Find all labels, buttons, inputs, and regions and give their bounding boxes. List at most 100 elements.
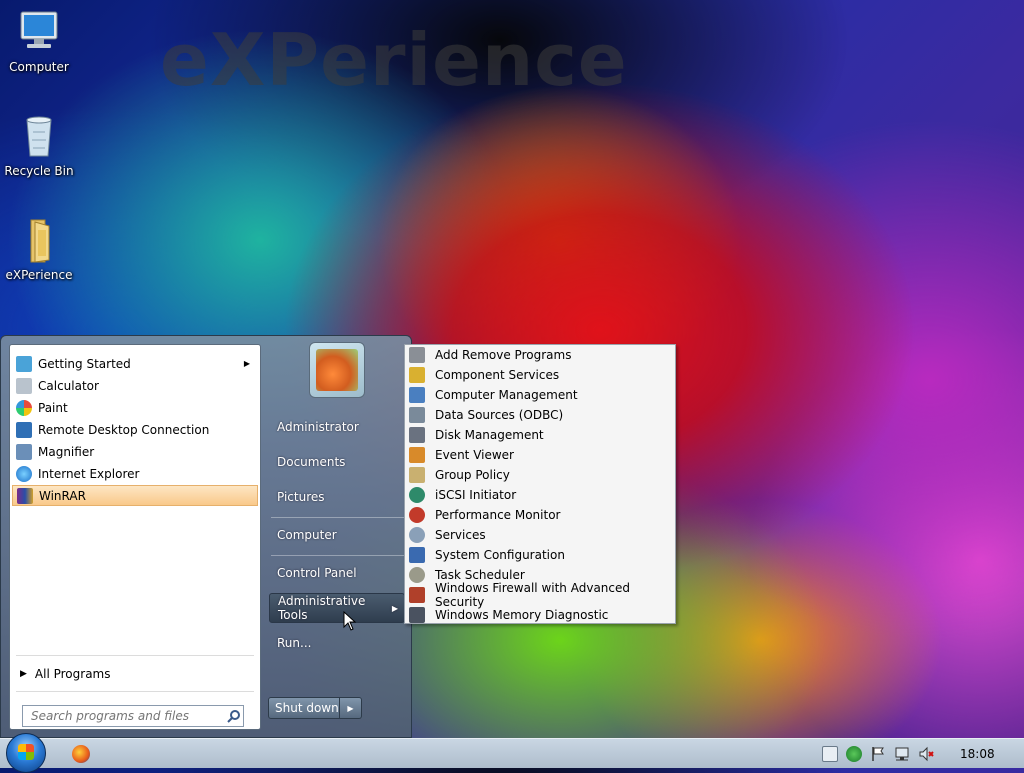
- program-calculator[interactable]: Calculator: [12, 375, 258, 396]
- user-picture: [316, 349, 358, 391]
- search-box[interactable]: [22, 705, 244, 727]
- link-administrator[interactable]: Administrator: [277, 420, 359, 434]
- firewall-icon: [409, 587, 425, 603]
- shutdown-button[interactable]: Shut down: [268, 697, 340, 719]
- desktop-icon-label: Recycle Bin: [4, 164, 74, 178]
- triangle-right-icon: ▶: [20, 669, 27, 679]
- taskbar-clock[interactable]: 18:08: [960, 747, 995, 761]
- shutdown-options-button[interactable]: ▶: [340, 697, 362, 719]
- menu-item-label: Computer Management: [435, 388, 578, 402]
- desktop-icon-recycle-bin[interactable]: Recycle Bin: [0, 112, 78, 178]
- menu-item-label: Data Sources (ODBC): [435, 408, 564, 422]
- start-menu-programs-pane: Getting Started ▶ Calculator Paint Remot…: [9, 344, 261, 730]
- link-documents[interactable]: Documents: [277, 455, 345, 469]
- link-administrative-tools[interactable]: Administrative Tools ▶: [269, 593, 405, 623]
- add-remove-programs-icon: [409, 347, 425, 363]
- program-remote-desktop[interactable]: Remote Desktop Connection: [12, 419, 258, 440]
- start-button[interactable]: [6, 733, 46, 773]
- menu-item-label: Event Viewer: [435, 448, 514, 462]
- menu-item-label: Task Scheduler: [435, 568, 525, 582]
- menu-item-label: Performance Monitor: [435, 508, 561, 522]
- desktop-icon-label: Computer: [9, 60, 69, 74]
- system-configuration-icon: [409, 547, 425, 563]
- search-icon[interactable]: [227, 709, 241, 723]
- winrar-icon: [17, 487, 33, 504]
- menu-item-event-viewer[interactable]: Event Viewer: [407, 445, 673, 465]
- volume-muted-icon[interactable]: [918, 746, 934, 762]
- menu-item-label: Services: [435, 528, 486, 542]
- desktop-icon-label: eXPerience: [5, 268, 73, 282]
- firefox-taskbar-icon[interactable]: [72, 745, 90, 763]
- menu-item-component-services[interactable]: Component Services: [407, 365, 673, 385]
- shutdown-control: Shut down ▶: [268, 697, 362, 719]
- divider: [271, 555, 405, 556]
- link-pictures[interactable]: Pictures: [277, 490, 325, 504]
- program-label: Paint: [38, 400, 68, 415]
- menu-item-disk-management[interactable]: Disk Management: [407, 425, 673, 445]
- program-label: Magnifier: [38, 444, 95, 459]
- component-services-icon: [409, 367, 425, 383]
- link-run[interactable]: Run...: [277, 636, 311, 650]
- menu-item-label: Component Services: [435, 368, 560, 382]
- internet-explorer-icon: [16, 465, 32, 482]
- menu-item-group-policy[interactable]: Group Policy: [407, 465, 673, 485]
- menu-item-add-remove-programs[interactable]: Add Remove Programs: [407, 345, 673, 365]
- menu-item-system-configuration[interactable]: System Configuration: [407, 545, 673, 565]
- magnifier-icon: [16, 443, 32, 460]
- divider: [16, 691, 254, 692]
- menu-item-label: Windows Memory Diagnostic: [435, 608, 609, 622]
- menu-item-iscsi-initiator[interactable]: iSCSI Initiator: [407, 485, 673, 505]
- wallpaper-watermark: eXPerience: [160, 18, 628, 102]
- menu-item-label: iSCSI Initiator: [435, 488, 517, 502]
- calculator-icon: [16, 377, 32, 394]
- menu-item-windows-firewall[interactable]: Windows Firewall with Advanced Security: [407, 581, 673, 609]
- program-label: WinRAR: [39, 488, 86, 503]
- administrative-tools-submenu: Add Remove Programs Component Services C…: [404, 344, 676, 624]
- recycle-bin-icon: [15, 112, 63, 160]
- action-center-flag-icon[interactable]: [870, 746, 886, 762]
- divider: [271, 517, 405, 518]
- menu-item-label: Group Policy: [435, 468, 510, 482]
- event-viewer-icon: [409, 447, 425, 463]
- notes-tray-icon[interactable]: [822, 746, 838, 762]
- program-label: Remote Desktop Connection: [38, 422, 210, 437]
- desktop-icon-computer[interactable]: Computer: [0, 8, 78, 74]
- menu-item-services[interactable]: Services: [407, 525, 673, 545]
- desktop-icon-experience[interactable]: eXPerience: [0, 216, 78, 282]
- user-avatar[interactable]: [309, 342, 365, 398]
- iscsi-initiator-icon: [409, 487, 425, 503]
- taskbar: 18:08: [0, 733, 1024, 773]
- data-sources-icon: [409, 407, 425, 423]
- menu-item-computer-management[interactable]: Computer Management: [407, 385, 673, 405]
- submenu-arrow-icon: ▶: [243, 359, 250, 368]
- menu-item-performance-monitor[interactable]: Performance Monitor: [407, 505, 673, 525]
- divider: [16, 655, 254, 656]
- menu-item-label: System Configuration: [435, 548, 565, 562]
- services-icon: [409, 527, 425, 543]
- all-programs-button[interactable]: ▶ All Programs: [20, 667, 111, 681]
- link-computer[interactable]: Computer: [277, 528, 337, 542]
- search-input[interactable]: [29, 708, 223, 724]
- network-tray-icon[interactable]: [894, 746, 910, 762]
- menu-item-data-sources[interactable]: Data Sources (ODBC): [407, 405, 673, 425]
- security-tray-icon[interactable]: [846, 746, 862, 762]
- program-paint[interactable]: Paint: [12, 397, 258, 418]
- program-winrar[interactable]: WinRAR: [12, 485, 258, 506]
- program-label: Internet Explorer: [38, 466, 140, 481]
- remote-desktop-icon: [16, 421, 32, 438]
- memory-diagnostic-icon: [409, 607, 425, 623]
- program-internet-explorer[interactable]: Internet Explorer: [12, 463, 258, 484]
- link-control-panel[interactable]: Control Panel: [277, 566, 357, 580]
- computer-icon: [15, 8, 63, 56]
- windows-logo-icon: [18, 744, 34, 760]
- start-menu: Getting Started ▶ Calculator Paint Remot…: [0, 335, 412, 738]
- program-label: Getting Started: [38, 356, 131, 371]
- program-getting-started[interactable]: Getting Started ▶: [12, 353, 258, 374]
- menu-item-memory-diagnostic[interactable]: Windows Memory Diagnostic: [407, 605, 673, 625]
- program-label: Calculator: [38, 378, 99, 393]
- menu-item-label: Add Remove Programs: [435, 348, 572, 362]
- program-magnifier[interactable]: Magnifier: [12, 441, 258, 462]
- chevron-right-icon: ▶: [347, 703, 354, 713]
- performance-monitor-icon: [409, 507, 425, 523]
- computer-management-icon: [409, 387, 425, 403]
